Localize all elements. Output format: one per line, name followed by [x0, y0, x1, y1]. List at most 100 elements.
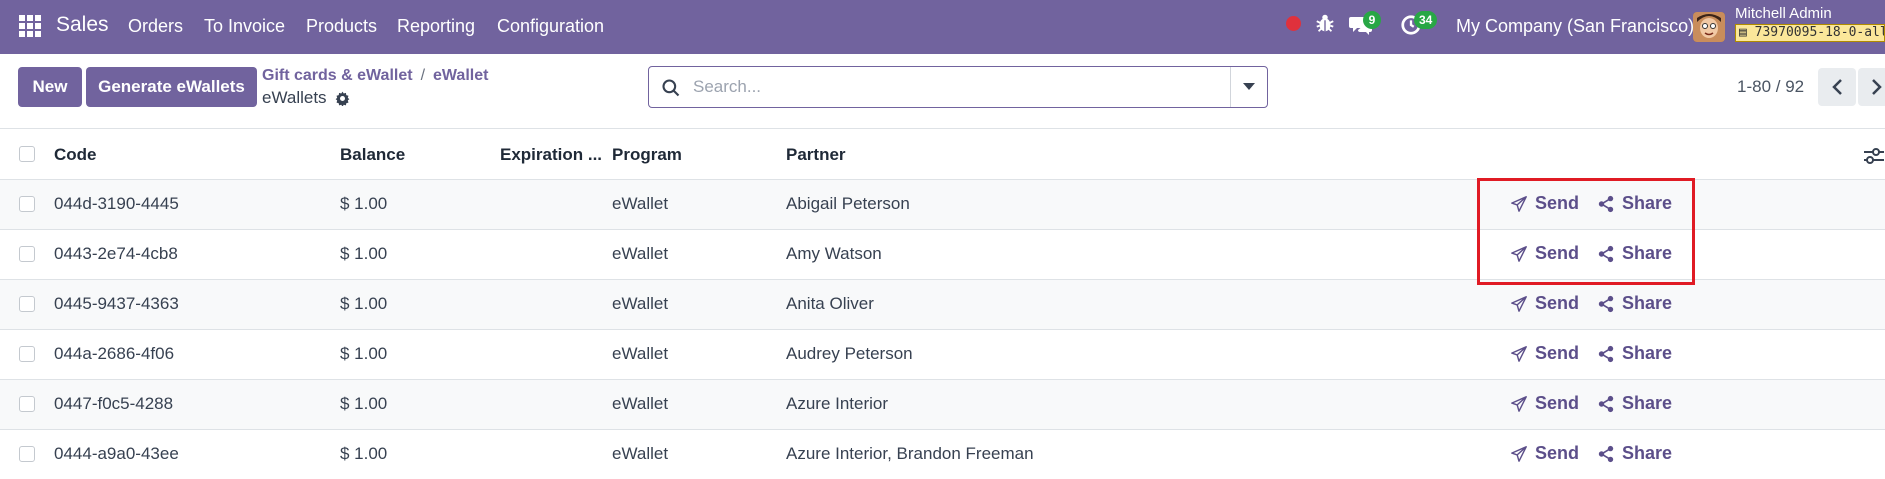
pager-previous-button[interactable]: [1818, 68, 1856, 106]
company-switcher[interactable]: My Company (San Francisco): [1456, 16, 1694, 37]
share-nodes-icon: [1598, 245, 1614, 262]
gear-icon[interactable]: [335, 91, 350, 106]
cell-program: eWallet: [612, 394, 669, 413]
share-label: Share: [1622, 293, 1673, 313]
menu-configuration[interactable]: Configuration: [497, 16, 604, 37]
cell-code: 0443-2e74-4cb8: [54, 244, 178, 263]
search-icon[interactable]: [661, 78, 681, 98]
share-label: Share: [1622, 243, 1673, 263]
cell-program: eWallet: [612, 444, 669, 463]
send-button[interactable]: Send: [1510, 343, 1579, 364]
share-button[interactable]: Share: [1597, 243, 1672, 264]
messages-badge: 9: [1363, 11, 1381, 29]
share-label: Share: [1622, 393, 1673, 413]
share-button[interactable]: Share: [1597, 293, 1672, 314]
table-row[interactable]: 0447-f0c5-4288 $ 1.00 eWallet Azure Inte…: [0, 380, 1885, 430]
share-label: Share: [1622, 193, 1673, 213]
column-program[interactable]: Program: [612, 145, 682, 165]
cell-code: 044d-3190-4445: [54, 194, 179, 213]
table-row[interactable]: 044d-3190-4445 $ 1.00 eWallet Abigail Pe…: [0, 180, 1885, 230]
column-code[interactable]: Code: [54, 145, 97, 165]
share-button[interactable]: Share: [1597, 393, 1672, 414]
column-partner[interactable]: Partner: [786, 145, 846, 165]
cell-balance: $ 1.00: [340, 344, 388, 363]
cell-partner: Azure Interior, Brandon Freeman: [786, 444, 1034, 463]
database-icon: ▤: [1739, 25, 1747, 40]
cell-program: eWallet: [612, 244, 669, 263]
share-button[interactable]: Share: [1597, 443, 1672, 464]
column-balance[interactable]: Balance: [340, 145, 405, 165]
paper-plane-icon: [1511, 395, 1527, 412]
table-row[interactable]: 0443-2e74-4cb8 $ 1.00 eWallet Amy Watson…: [0, 230, 1885, 280]
menu-reporting[interactable]: Reporting: [397, 16, 475, 37]
caret-down-icon: [1243, 83, 1255, 90]
chevron-left-icon: [1832, 79, 1842, 95]
row-checkbox[interactable]: [19, 246, 35, 262]
search-input[interactable]: [693, 68, 1213, 106]
cell-partner: Amy Watson: [786, 244, 882, 263]
cell-program: eWallet: [612, 294, 669, 313]
menu-to-invoice[interactable]: To Invoice: [204, 16, 285, 37]
column-expiration[interactable]: Expiration ...: [500, 145, 602, 165]
share-label: Share: [1622, 343, 1673, 363]
breadcrumb-gift-cards[interactable]: Gift cards & eWallet: [262, 67, 413, 84]
cell-balance: $ 1.00: [340, 294, 388, 313]
search-box[interactable]: [648, 66, 1268, 108]
send-label: Send: [1535, 343, 1580, 363]
search-options-toggle[interactable]: [1230, 67, 1267, 107]
share-button[interactable]: Share: [1597, 193, 1672, 214]
optional-columns-sliders-icon[interactable]: [1862, 147, 1884, 165]
send-button[interactable]: Send: [1510, 243, 1579, 264]
row-checkbox[interactable]: [19, 296, 35, 312]
cell-balance: $ 1.00: [340, 394, 388, 413]
row-checkbox[interactable]: [19, 196, 35, 212]
pager-next-button[interactable]: [1858, 68, 1885, 106]
paper-plane-icon: [1511, 445, 1527, 462]
pager-value[interactable]: 1-80 / 92: [1737, 77, 1804, 97]
paper-plane-icon: [1511, 195, 1527, 212]
menu-products[interactable]: Products: [306, 16, 377, 37]
user-avatar[interactable]: [1693, 12, 1725, 42]
send-button[interactable]: Send: [1510, 193, 1579, 214]
chevron-right-icon: [1872, 79, 1882, 95]
recording-indicator-icon[interactable]: [1286, 16, 1301, 31]
cell-code: 044a-2686-4f06: [54, 344, 175, 363]
cell-partner: Azure Interior: [786, 394, 889, 413]
send-label: Send: [1535, 243, 1580, 263]
cell-code: 0445-9437-4363: [54, 294, 179, 313]
cell-partner: Audrey Peterson: [786, 344, 913, 363]
share-nodes-icon: [1598, 445, 1614, 462]
row-checkbox[interactable]: [19, 346, 35, 362]
cell-program: eWallet: [612, 344, 669, 363]
apps-grid-icon[interactable]: [19, 15, 41, 37]
share-nodes-icon: [1598, 195, 1614, 212]
generate-ewallets-button[interactable]: Generate eWallets: [86, 67, 257, 107]
paper-plane-icon: [1511, 345, 1527, 362]
cell-code: 0447-f0c5-4288: [54, 394, 174, 413]
new-button[interactable]: New: [18, 67, 82, 107]
breadcrumb-ewallet[interactable]: eWallet: [433, 67, 488, 84]
user-name[interactable]: Mitchell Admin: [1735, 5, 1832, 22]
breadcrumb-separator: /: [420, 67, 426, 84]
page-title-row: eWallets: [262, 88, 350, 108]
row-checkbox[interactable]: [19, 396, 35, 412]
bug-icon[interactable]: [1314, 12, 1336, 34]
send-label: Send: [1535, 193, 1580, 213]
table-row[interactable]: 0445-9437-4363 $ 1.00 eWallet Anita Oliv…: [0, 280, 1885, 330]
send-button[interactable]: Send: [1510, 293, 1579, 314]
menu-orders[interactable]: Orders: [128, 16, 183, 37]
send-button[interactable]: Send: [1510, 443, 1579, 464]
table-row[interactable]: 044a-2686-4f06 $ 1.00 eWallet Audrey Pet…: [0, 330, 1885, 380]
send-button[interactable]: Send: [1510, 393, 1579, 414]
table-row[interactable]: 0444-a9a0-43ee $ 1.00 eWallet Azure Inte…: [0, 430, 1885, 479]
cell-balance: $ 1.00: [340, 194, 388, 213]
send-label: Send: [1535, 443, 1580, 463]
cell-partner: Anita Oliver: [786, 294, 874, 313]
app-name[interactable]: Sales: [56, 13, 109, 37]
cell-program: eWallet: [612, 194, 669, 213]
cell-balance: $ 1.00: [340, 444, 388, 463]
select-all-checkbox[interactable]: [19, 146, 35, 162]
row-checkbox[interactable]: [19, 446, 35, 462]
database-tag: ▤ 73970095-18-0-all: [1735, 24, 1885, 42]
share-button[interactable]: Share: [1597, 343, 1672, 364]
